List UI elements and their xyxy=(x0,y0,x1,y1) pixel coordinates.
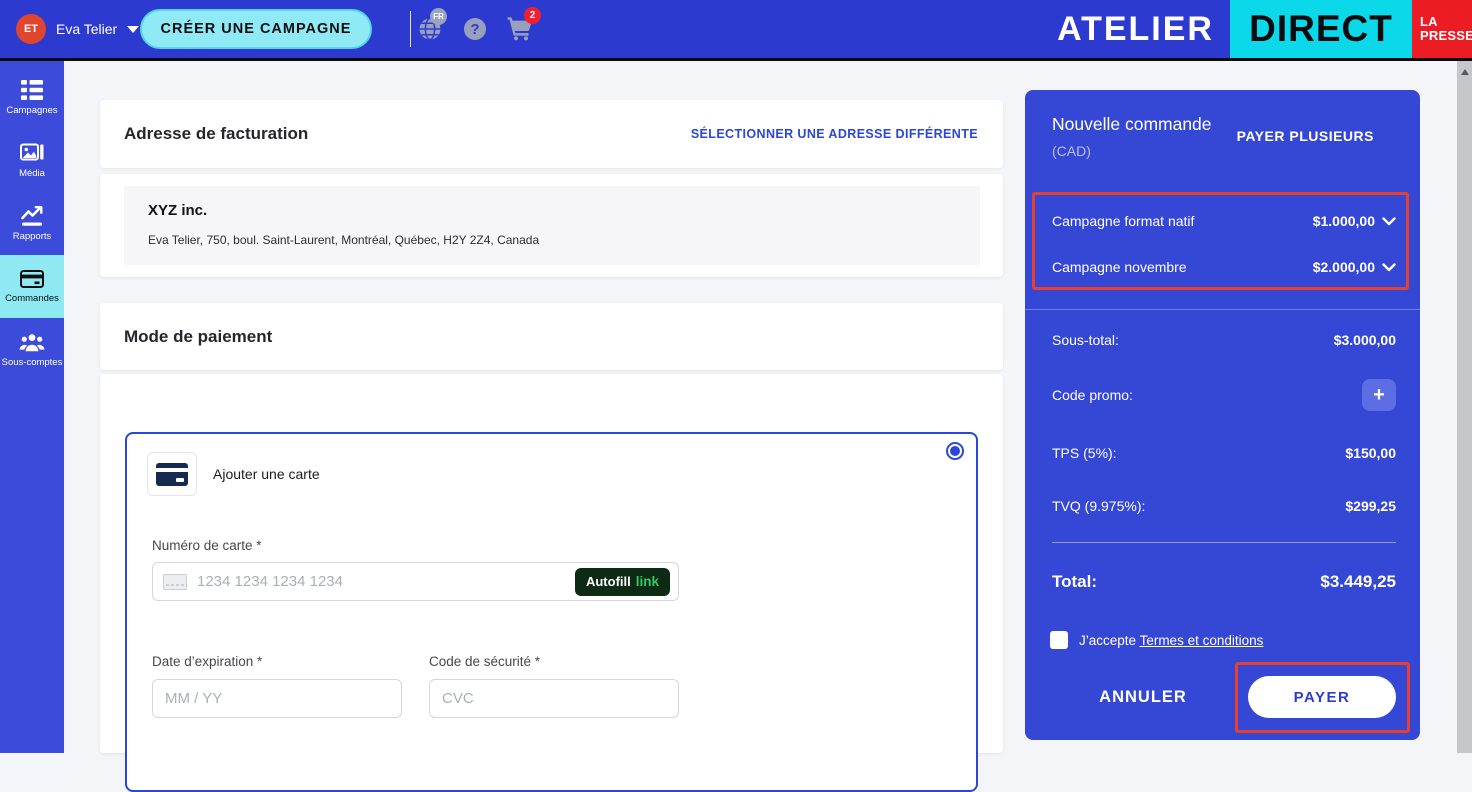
add-card-radio[interactable] xyxy=(946,442,964,460)
campaigns-grid-icon xyxy=(21,79,43,100)
order-item-row[interactable]: Campagne format natif $1.000,00 xyxy=(1052,207,1396,235)
header-underline xyxy=(0,58,1472,61)
expiry-input[interactable] xyxy=(152,679,402,718)
brand-logo: ATELIER DIRECT LA PRESSE xyxy=(1057,0,1472,58)
sidebar-label: Campagnes xyxy=(6,104,58,116)
cvc-label: Code de sécurité * xyxy=(429,654,541,669)
tvq-label: TVQ (9.975%): xyxy=(1052,498,1146,514)
tps-row: TPS (5%): $150,00 xyxy=(1052,440,1396,466)
avatar-initials: ET xyxy=(23,23,39,35)
card-number-placeholder: 1234 1234 1234 1234 xyxy=(197,573,343,590)
add-card-label: Ajouter une carte xyxy=(213,466,320,482)
user-name: Eva Telier xyxy=(56,21,118,37)
logo-atelier: ATELIER xyxy=(1057,9,1214,48)
promo-code-row: Code promo: + xyxy=(1052,378,1396,412)
payment-title: Mode de paiement xyxy=(124,326,273,346)
sidebar-item-rapports[interactable]: Rapports xyxy=(0,192,64,255)
terms-checkbox[interactable] xyxy=(1050,631,1068,649)
top-header: ET Eva Telier CRÉER UNE CAMPAGNE FR ? 2 … xyxy=(0,0,1472,58)
autofill-link-button[interactable]: Autofill link xyxy=(574,567,670,596)
pay-multiple-button[interactable]: PAYER PLUSIEURS xyxy=(1237,128,1374,144)
total-label: Total: xyxy=(1052,572,1098,591)
add-promo-button[interactable]: + xyxy=(1362,379,1396,411)
address-line: Eva Telier, 750, boul. Saint-Laurent, Mo… xyxy=(148,233,540,247)
create-campaign-button[interactable]: CRÉER UNE CAMPAGNE xyxy=(140,9,372,49)
order-title: Nouvelle commande xyxy=(1052,114,1212,134)
cart-count-badge: 2 xyxy=(524,7,541,24)
order-item-amount: $1.000,00 xyxy=(1312,213,1375,229)
terms-prefix: J’accepte xyxy=(1079,632,1137,648)
tps-label: TPS (5%): xyxy=(1052,445,1117,461)
order-currency: (CAD) xyxy=(1052,143,1091,159)
chevron-down-icon xyxy=(127,25,140,33)
subtotal-value: $3.000,00 xyxy=(1333,332,1396,348)
cancel-button[interactable]: ANNULER xyxy=(1083,688,1203,707)
cvc-input[interactable] xyxy=(429,679,679,718)
link-brand-label: link xyxy=(635,574,659,589)
card-number-label: Numéro de carte * xyxy=(152,538,262,553)
address-box: XYZ inc. Eva Telier, 750, boul. Saint-La… xyxy=(124,186,980,265)
billing-address-card: Adresse de facturation SÉLECTIONNER UNE … xyxy=(100,100,1003,168)
sidebar-item-commandes[interactable]: Commandes xyxy=(0,255,64,318)
total-value: $3.449,25 xyxy=(1320,572,1396,591)
sidebar-item-sous-comptes[interactable]: Sous-comptes xyxy=(0,318,64,381)
credit-card-icon xyxy=(156,462,188,486)
panel-divider xyxy=(1052,542,1396,543)
user-menu[interactable]: ET Eva Telier xyxy=(16,0,140,58)
chevron-down-icon[interactable] xyxy=(1382,216,1396,226)
add-card-panel: Ajouter une carte Numéro de carte * 1234… xyxy=(125,432,978,792)
company-name: XYZ inc. xyxy=(148,202,208,219)
sidebar-label: Commandes xyxy=(5,292,59,304)
terms-row: J’accepte Termes et conditions xyxy=(1050,631,1263,649)
avatar[interactable]: ET xyxy=(16,14,46,44)
sidebar-item-media[interactable]: Média xyxy=(0,129,64,192)
payment-form-card: Ajouter une carte Numéro de carte * 1234… xyxy=(100,374,1003,792)
header-divider xyxy=(410,11,411,47)
sidebar-item-campagnes[interactable]: Campagnes xyxy=(0,66,64,129)
orders-card-icon xyxy=(20,269,44,288)
logo-presse: PRESSE xyxy=(1420,28,1472,43)
order-summary-panel: Nouvelle commande (CAD) PAYER PLUSIEURS … xyxy=(1025,90,1420,740)
terms-link[interactable]: Termes et conditions xyxy=(1140,633,1264,648)
tvq-row: TVQ (9.975%): $299,25 xyxy=(1052,493,1396,519)
billing-address-details-card: XYZ inc. Eva Telier, 750, boul. Saint-La… xyxy=(100,174,1003,277)
order-item-amount: $2.000,00 xyxy=(1312,259,1375,275)
logo-lapresse: LA PRESSE xyxy=(1412,0,1472,58)
billing-title: Adresse de facturation xyxy=(124,124,309,143)
chevron-down-icon[interactable] xyxy=(1382,262,1396,272)
order-item-name: Campagne novembre xyxy=(1052,259,1187,275)
sidebar-label: Rapports xyxy=(12,230,52,242)
scrollbar-up-arrow-icon[interactable] xyxy=(1460,69,1469,75)
help-icon[interactable]: ? xyxy=(464,18,486,40)
sidebar-label: Sous-comptes xyxy=(1,356,63,368)
language-badge: FR xyxy=(430,8,447,25)
credit-card-icon-box xyxy=(147,452,197,496)
pay-button[interactable]: PAYER xyxy=(1248,676,1396,718)
autofill-label: Autofill xyxy=(585,574,631,589)
select-different-address-link[interactable]: SÉLECTIONNER UNE ADRESSE DIFFÉRENTE xyxy=(691,100,978,168)
order-item-row[interactable]: Campagne novembre $2.000,00 xyxy=(1052,253,1396,281)
sidebar-label: Média xyxy=(19,167,45,179)
total-row: Total: $3.449,25 xyxy=(1052,567,1396,597)
subtotal-row: Sous-total: $3.000,00 xyxy=(1052,327,1396,353)
subtotal-label: Sous-total: xyxy=(1052,332,1119,348)
card-brand-placeholder-icon xyxy=(163,573,187,590)
media-image-icon xyxy=(20,143,44,160)
vertical-scrollbar[interactable] xyxy=(1457,61,1472,753)
sidebar: Campagnes Média Rapports Commandes Sous-… xyxy=(0,61,64,753)
reports-chart-icon xyxy=(21,205,43,226)
subaccounts-people-icon xyxy=(19,333,45,351)
terms-text: J’accepte Termes et conditions xyxy=(1079,633,1263,648)
payment-method-card: Mode de paiement xyxy=(100,303,1003,370)
tvq-value: $299,25 xyxy=(1345,498,1396,514)
expiry-label: Date d’expiration * xyxy=(152,654,263,669)
card-number-input[interactable]: 1234 1234 1234 1234 Autofill link xyxy=(152,562,679,601)
logo-direct: DIRECT xyxy=(1230,0,1412,58)
order-item-name: Campagne format natif xyxy=(1052,213,1195,229)
promo-label: Code promo: xyxy=(1052,387,1133,403)
logo-la: LA xyxy=(1420,14,1438,29)
panel-divider xyxy=(1025,309,1420,310)
tps-value: $150,00 xyxy=(1345,445,1396,461)
